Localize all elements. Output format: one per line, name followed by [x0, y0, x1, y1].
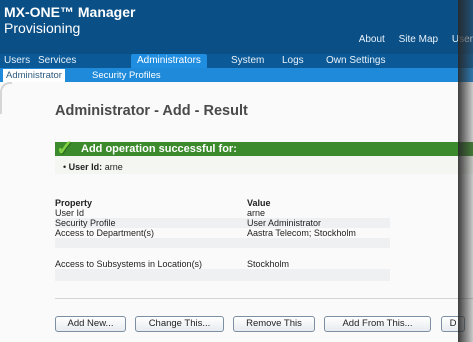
change-this-button[interactable]: Change This...: [135, 316, 224, 332]
table-row: Security Profile User Administrator: [55, 218, 390, 228]
row-value: Aastra Telecom; Stockholm: [247, 228, 356, 238]
row-property: Security Profile: [55, 218, 116, 228]
table-row: [55, 269, 390, 281]
about-link[interactable]: About: [359, 34, 385, 45]
table-row: Access to Department(s) Aastra Telecom; …: [55, 228, 390, 238]
divider: [55, 298, 473, 299]
nav-users[interactable]: Users: [4, 54, 30, 68]
sub-nav: Administrator Security Profiles: [0, 68, 473, 82]
table-row: [55, 238, 390, 248]
add-new-button[interactable]: Add New...: [55, 316, 126, 332]
remove-this-button[interactable]: Remove This: [233, 316, 315, 332]
detail-value: arne: [104, 162, 123, 172]
tab-administrator[interactable]: Administrator: [3, 69, 65, 82]
check-icon: ✓: [56, 137, 74, 160]
row-value: arne: [247, 208, 266, 218]
nav-own-settings[interactable]: Own Settings: [326, 54, 385, 68]
app-header: MX-ONE™ Manager Provisioning About Site …: [0, 0, 473, 54]
app-title-sub: Provisioning: [4, 20, 81, 36]
add-from-this-button[interactable]: Add From This...: [324, 316, 431, 332]
success-panel: ✓ Add operation successful for: • User I…: [55, 137, 473, 174]
detail-label: User Id:: [68, 162, 103, 172]
main-nav: Users Services Administrators System Log…: [0, 54, 473, 68]
success-message: Add operation successful for:: [81, 143, 237, 155]
tab-security-profiles[interactable]: Security Profiles: [92, 69, 161, 82]
table-header: Property Value: [55, 198, 390, 208]
app-title: MX-ONE™ Manager Provisioning: [4, 4, 135, 36]
row-value: Stockholm: [247, 259, 290, 269]
row-property: Access to Department(s): [55, 228, 155, 238]
table-row: Access to Subsystems in Location(s) Stoc…: [55, 259, 390, 269]
table-row: User Id arne: [55, 208, 390, 218]
top-links: About Site Map User: [348, 34, 473, 45]
nav-logs[interactable]: Logs: [282, 54, 304, 68]
header-property: Property: [55, 198, 93, 208]
site-map-link[interactable]: Site Map: [399, 34, 438, 45]
nav-administrators[interactable]: Administrators: [131, 54, 207, 68]
row-value: User Administrator: [247, 218, 322, 228]
success-detail: • User Id: arne: [63, 162, 123, 172]
row-property: User Id: [55, 208, 85, 218]
frame-corner: [0, 82, 12, 114]
nav-system[interactable]: System: [231, 54, 264, 68]
header-value: Value: [247, 198, 271, 208]
nav-services[interactable]: Services: [38, 54, 76, 68]
row-property: Access to Subsystems in Location(s): [55, 259, 203, 269]
app-title-main: MX-ONE™ Manager: [4, 4, 136, 20]
window-edge-shadow: [458, 0, 473, 342]
page-title: Administrator - Add - Result: [55, 103, 248, 119]
